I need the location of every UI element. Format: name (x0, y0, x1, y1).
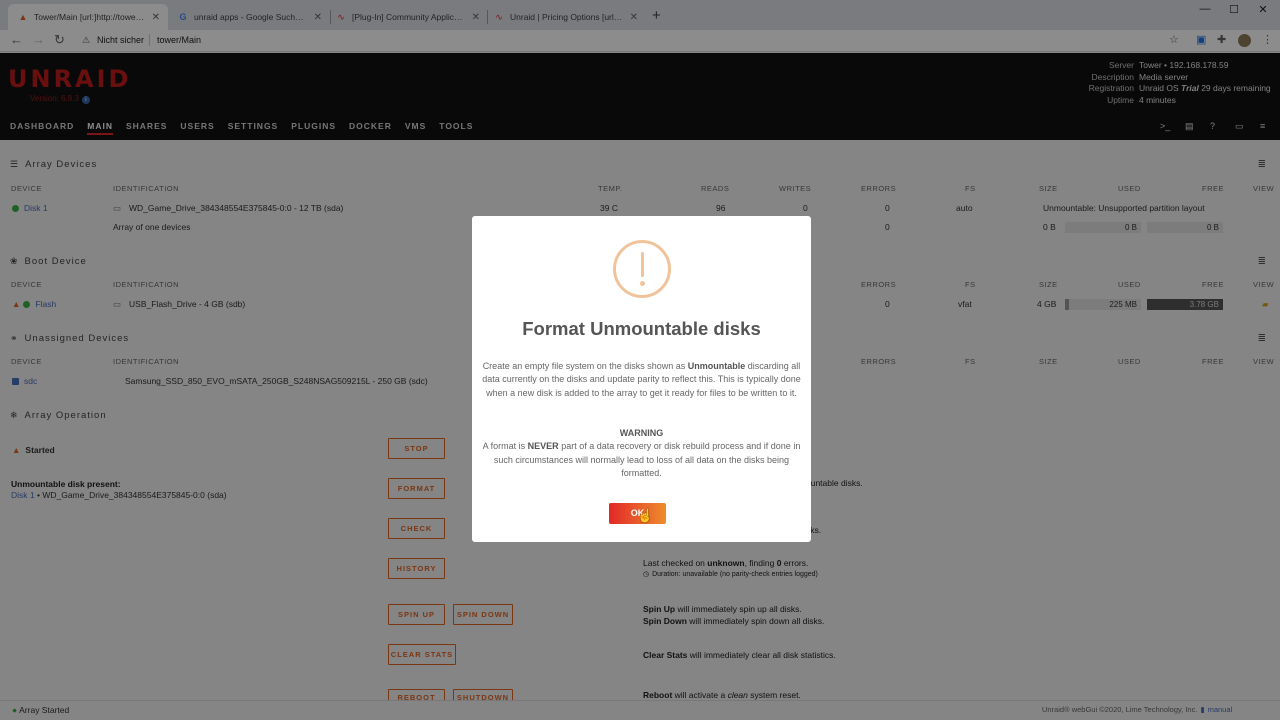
ok-button[interactable]: OK ☝ (609, 503, 666, 524)
dialog-warning: WARNING A format is NEVER part of a data … (482, 428, 801, 478)
warning-exclamation-icon (613, 240, 671, 298)
hand-cursor-icon: ☝ (637, 508, 654, 523)
format-confirm-dialog: Format Unmountable disks Create an empty… (472, 216, 811, 542)
dialog-text: Create an empty file system on the disks… (482, 361, 801, 398)
dialog-title: Format Unmountable disks (522, 318, 761, 339)
